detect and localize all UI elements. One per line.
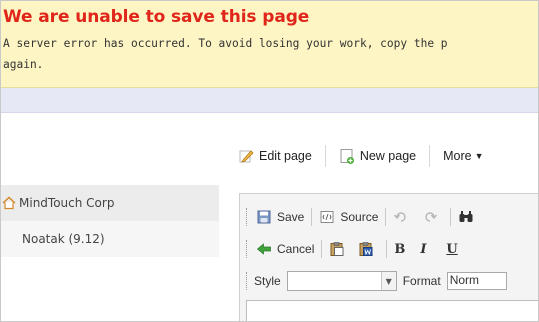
save-icon xyxy=(257,210,271,224)
source-button[interactable]: Source xyxy=(317,206,380,228)
paste-icon xyxy=(330,242,344,256)
sidebar-item-noatak[interactable]: Noatak (9.12) xyxy=(1,221,219,257)
error-title: We are unable to save this page xyxy=(3,7,310,27)
cancel-button[interactable]: Cancel xyxy=(254,238,316,260)
bold-button[interactable]: B xyxy=(392,238,414,260)
sidebar-item-mindtouch-corp[interactable]: MindTouch Corp xyxy=(1,185,219,221)
paste-word-icon xyxy=(359,242,373,256)
style-select[interactable]: ▼ xyxy=(286,271,397,291)
italic-button[interactable]: I xyxy=(418,238,440,260)
source-icon xyxy=(320,211,334,223)
back-arrow-icon xyxy=(256,243,271,255)
redo-icon xyxy=(425,212,438,222)
toolbar-grip[interactable] xyxy=(246,208,250,226)
toolbar-divider xyxy=(429,145,431,167)
editor-panel: Save Source Cancel B I U Style ▼ Format … xyxy=(239,193,538,321)
underline-button[interactable]: U xyxy=(444,238,466,260)
error-message: A server error has occurred. To avoid lo… xyxy=(3,33,535,75)
undo-icon xyxy=(394,212,407,222)
new-page-button[interactable]: New page xyxy=(332,142,423,170)
toolbar-divider xyxy=(321,240,323,258)
paste-button[interactable] xyxy=(327,238,352,260)
toolbar-divider xyxy=(450,208,452,226)
new-page-icon xyxy=(340,149,354,164)
error-message-line: again. xyxy=(3,58,44,71)
editor-toolbar-row: Style ▼ Format Norm xyxy=(246,268,507,294)
sidebar-item-label: Noatak (9.12) xyxy=(22,232,105,246)
redo-button[interactable] xyxy=(420,206,445,228)
paste-word-button[interactable] xyxy=(356,238,381,260)
toolbar-grip[interactable] xyxy=(246,240,250,258)
error-message-line: A server error has occurred. To avoid lo… xyxy=(3,37,448,50)
find-button[interactable] xyxy=(456,206,481,228)
cancel-label: Cancel xyxy=(277,242,315,256)
source-label: Source xyxy=(340,210,379,224)
more-menu-button[interactable]: More ▼ xyxy=(436,142,490,170)
toolbar-divider xyxy=(324,145,326,167)
app-frame: We are unable to save this page A server… xyxy=(0,0,539,322)
editor-content-area[interactable] xyxy=(246,300,538,321)
format-label: Format xyxy=(402,274,441,288)
page-toolbar: Edit page New page More ▼ xyxy=(231,139,491,173)
pencil-icon xyxy=(239,150,254,163)
undo-button[interactable] xyxy=(391,206,416,228)
save-button[interactable]: Save xyxy=(254,206,306,228)
caret-down-icon: ▼ xyxy=(474,151,484,161)
format-select[interactable]: Norm xyxy=(446,272,507,290)
nav-strip xyxy=(1,88,538,113)
toolbar-divider xyxy=(385,208,387,226)
editor-toolbar-row: Cancel B I U xyxy=(246,236,466,262)
format-select-value: Norm xyxy=(449,273,480,287)
toolbar-divider xyxy=(386,240,388,258)
edit-page-label: Edit page xyxy=(259,149,312,163)
save-label: Save xyxy=(277,210,305,224)
toolbar-divider xyxy=(311,208,313,226)
new-page-label: New page xyxy=(359,149,417,163)
binoculars-icon xyxy=(459,211,473,222)
edit-page-button[interactable]: Edit page xyxy=(231,142,319,170)
error-banner: We are unable to save this page A server… xyxy=(1,1,538,88)
chevron-down-icon[interactable]: ▼ xyxy=(380,272,396,290)
sidebar-nav: MindTouch Corp Noatak (9.12) xyxy=(1,185,219,257)
style-label: Style xyxy=(254,274,281,288)
editor-toolbar-row: Save Source xyxy=(246,204,481,230)
toolbar-grip[interactable] xyxy=(246,272,250,290)
more-label: More xyxy=(443,149,472,163)
sidebar-item-label: MindTouch Corp xyxy=(19,196,115,210)
home-icon xyxy=(2,196,16,210)
